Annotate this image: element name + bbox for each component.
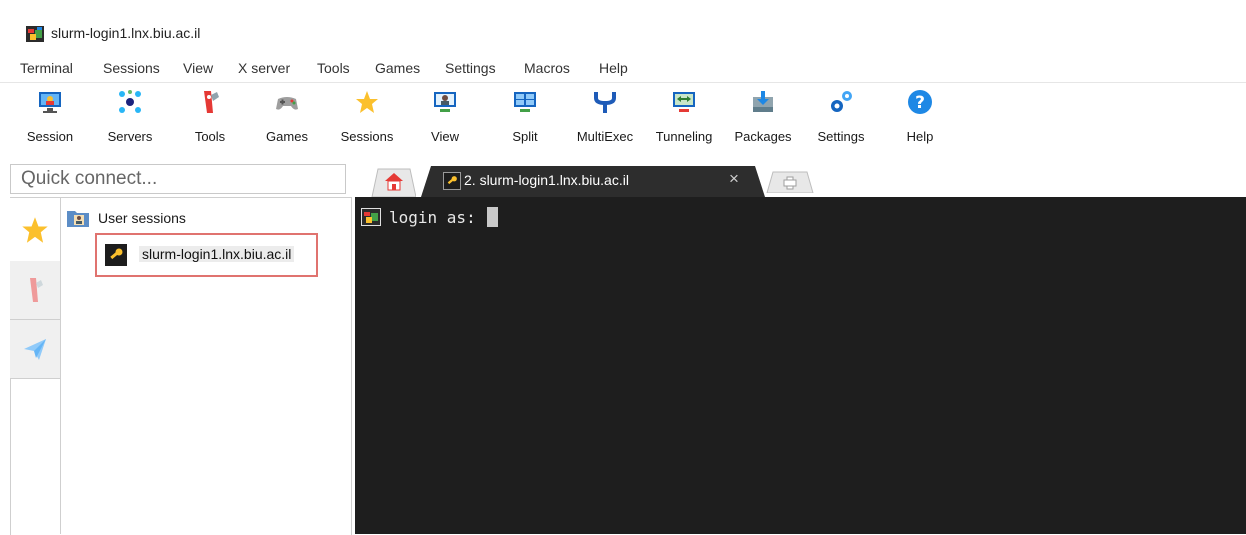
session-icon	[39, 92, 61, 113]
multiexec-button[interactable]: MultiExec	[570, 83, 640, 153]
menu-view[interactable]: View	[183, 60, 213, 76]
key-icon	[105, 244, 127, 266]
new-tab-button[interactable]	[765, 171, 815, 194]
view-label: View	[431, 129, 459, 144]
servers-button[interactable]: Servers	[100, 83, 160, 153]
split-button[interactable]: Split	[495, 83, 555, 153]
tools-icon	[30, 278, 43, 302]
folder-user-icon	[67, 211, 89, 227]
settings-label: Settings	[817, 129, 865, 144]
games-icon	[276, 97, 298, 110]
terminal-area[interactable]: login as:	[355, 197, 1246, 534]
title-bar: slurm-login1.lnx.biu.ac.il	[0, 0, 1246, 58]
toolbar: Session Servers Tools Games Sessions Vie…	[0, 83, 1246, 156]
sessions-button[interactable]: Sessions	[336, 83, 398, 153]
view-icon	[434, 92, 456, 112]
tools-icon	[204, 91, 219, 113]
help-button[interactable]: ? Help	[890, 83, 950, 153]
star-icon	[22, 216, 48, 243]
tree-root-label: User sessions	[98, 210, 186, 226]
menu-games[interactable]: Games	[375, 60, 420, 76]
split-label: Split	[512, 129, 538, 144]
help-icon: ?	[908, 90, 932, 114]
sidetab-sessions[interactable]	[10, 198, 60, 261]
tools-button[interactable]: Tools	[180, 83, 240, 153]
tunneling-icon	[673, 92, 695, 112]
tab-active-session[interactable]: 2. slurm-login1.lnx.biu.ac.il ×	[421, 164, 765, 197]
quick-connect-input[interactable]	[10, 164, 346, 194]
packages-button[interactable]: Packages	[729, 83, 797, 153]
settings-icon	[831, 91, 852, 112]
terminal-prompt: login as:	[389, 207, 486, 227]
svg-text:?: ?	[915, 93, 925, 113]
games-label: Games	[266, 129, 308, 144]
view-button[interactable]: View	[415, 83, 475, 153]
menu-settings[interactable]: Settings	[445, 60, 496, 76]
tunneling-button[interactable]: Tunneling	[649, 83, 719, 153]
menu-help[interactable]: Help	[599, 60, 628, 76]
sidebar-tabs	[10, 198, 61, 534]
sidetab-tools[interactable]	[10, 261, 60, 320]
close-icon[interactable]: ×	[729, 169, 739, 189]
menu-bar: Terminal Sessions View X server Tools Ga…	[0, 58, 1246, 83]
servers-icon	[119, 90, 141, 113]
games-button[interactable]: Games	[257, 83, 317, 153]
mobaxterm-logo-icon	[26, 26, 44, 42]
menu-sessions[interactable]: Sessions	[103, 60, 160, 76]
key-icon	[443, 172, 461, 190]
split-icon	[514, 92, 536, 112]
settings-button[interactable]: Settings	[809, 83, 873, 153]
servers-label: Servers	[107, 129, 153, 144]
terminal-line: login as:	[361, 207, 499, 227]
session-item[interactable]: slurm-login1.lnx.biu.ac.il	[95, 233, 318, 277]
packages-label: Packages	[734, 129, 792, 144]
tunneling-label: Tunneling	[655, 129, 713, 144]
tree-user-sessions[interactable]: User sessions	[66, 206, 186, 230]
session-label: slurm-login1.lnx.biu.ac.il	[139, 246, 295, 262]
tab-label: 2. slurm-login1.lnx.biu.ac.il	[464, 172, 629, 188]
sidetab-sftp[interactable]	[10, 320, 60, 379]
multiexec-icon	[594, 92, 616, 113]
mobaxterm-logo-icon	[361, 208, 381, 226]
home-tab-shape	[371, 168, 417, 198]
session-label: Session	[26, 129, 74, 144]
menu-macros[interactable]: Macros	[524, 60, 570, 76]
terminal-cursor	[487, 207, 499, 227]
tab-home[interactable]	[366, 164, 417, 198]
menu-terminal[interactable]: Terminal	[20, 60, 73, 76]
help-label: Help	[906, 129, 934, 144]
menu-tools[interactable]: Tools	[317, 60, 350, 76]
multiexec-label: MultiExec	[576, 129, 634, 144]
paper-plane-icon	[24, 339, 46, 360]
packages-icon	[753, 91, 773, 112]
window-title: slurm-login1.lnx.biu.ac.il	[51, 25, 201, 41]
star-icon	[356, 91, 378, 113]
tools-label: Tools	[194, 129, 226, 144]
menu-x-server[interactable]: X server	[238, 60, 290, 76]
session-button[interactable]: Session	[20, 83, 80, 153]
sessions-label: Sessions	[340, 129, 394, 144]
